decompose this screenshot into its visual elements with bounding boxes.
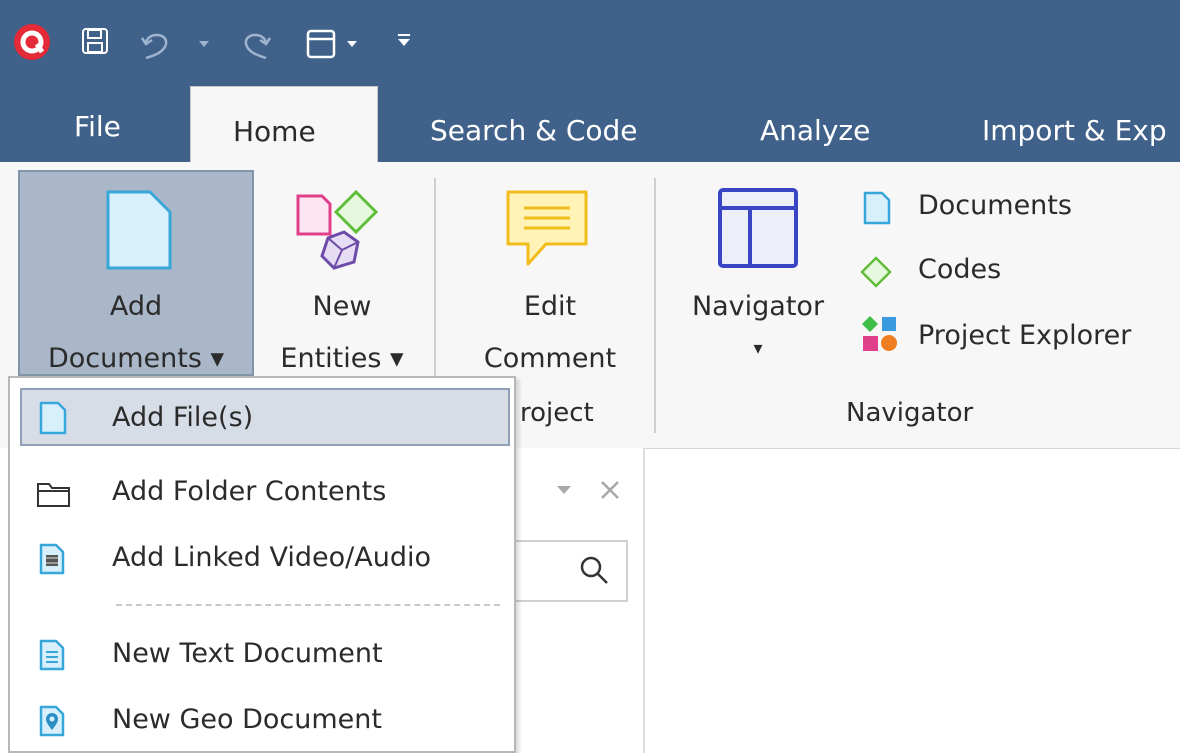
navigator-dropdown-arrow: ▾ bbox=[753, 338, 763, 359]
menu-item-new-text-document[interactable]: New Text Document bbox=[10, 622, 514, 686]
add-documents-label: Add Documents ▾ bbox=[18, 290, 254, 376]
menu-item-label: New Geo Document bbox=[112, 704, 382, 735]
tab-search-code[interactable]: Search & Code bbox=[430, 114, 638, 147]
edit-comment-line2: Comment bbox=[483, 343, 617, 374]
window-layout-icon[interactable] bbox=[304, 26, 340, 62]
navigator-button[interactable]: Navigator ▾ bbox=[670, 290, 846, 366]
add-documents-line2: Documents ▾ bbox=[47, 343, 225, 374]
pane-dropdown-icon[interactable] bbox=[556, 484, 572, 496]
navigator-group-label: Navigator bbox=[846, 398, 974, 428]
new-entities-line2: Entities ▾ bbox=[280, 343, 404, 374]
tab-home[interactable]: Home bbox=[190, 86, 378, 164]
comment-icon[interactable] bbox=[502, 186, 592, 270]
layout-dropdown-icon[interactable] bbox=[346, 40, 358, 48]
codes-icon bbox=[860, 256, 892, 288]
navigator-line1: Navigator bbox=[691, 291, 825, 322]
edit-comment-line1: Edit bbox=[523, 291, 577, 322]
new-entities-line1: New bbox=[312, 291, 372, 322]
menu-separator bbox=[116, 604, 500, 606]
menu-item-add-linked-video-audio[interactable]: Add Linked Video/Audio bbox=[10, 526, 514, 590]
undo-icon[interactable] bbox=[138, 26, 174, 62]
menu-item-add-folder-contents[interactable]: Add Folder Contents bbox=[10, 460, 514, 524]
menu-item-label: Add Linked Video/Audio bbox=[112, 542, 432, 573]
geo-document-icon bbox=[39, 705, 65, 737]
title-bar bbox=[0, 0, 1180, 92]
menu-item-new-geo-document[interactable]: New Geo Document bbox=[10, 688, 514, 752]
tab-analyze[interactable]: Analyze bbox=[760, 114, 870, 147]
close-icon[interactable] bbox=[598, 478, 622, 502]
undo-dropdown-icon[interactable] bbox=[198, 40, 210, 48]
edit-comment-button[interactable]: Edit Comment bbox=[460, 290, 640, 376]
menu-item-label: New Text Document bbox=[112, 638, 383, 669]
atlas-logo-icon[interactable] bbox=[12, 22, 52, 62]
folder-icon bbox=[37, 483, 70, 507]
save-icon[interactable] bbox=[80, 26, 110, 56]
tab-file[interactable]: File bbox=[74, 110, 121, 143]
project-explorer-item[interactable]: Project Explorer bbox=[918, 320, 1131, 351]
codes-item[interactable]: Codes bbox=[918, 254, 1001, 285]
menu-item-label: Add Folder Contents bbox=[112, 476, 387, 507]
tab-import-export[interactable]: Import & Exp bbox=[982, 114, 1167, 147]
new-entities-icon[interactable] bbox=[292, 186, 388, 276]
menu-item-label: Add File(s) bbox=[112, 402, 254, 433]
ribbon-separator bbox=[654, 178, 656, 433]
tab-home-label: Home bbox=[233, 115, 316, 148]
navigator-icon[interactable] bbox=[716, 186, 800, 270]
project-group-label: roject bbox=[520, 398, 594, 428]
redo-icon[interactable] bbox=[238, 26, 274, 62]
document-icon bbox=[106, 190, 172, 270]
documents-item[interactable]: Documents bbox=[918, 190, 1072, 221]
add-documents-menu: Add File(s) Add Folder Contents Add Link… bbox=[8, 376, 516, 753]
search-icon[interactable] bbox=[578, 554, 610, 586]
project-explorer-icon bbox=[862, 316, 897, 351]
document-icon bbox=[39, 401, 67, 435]
customize-qat-icon[interactable] bbox=[396, 32, 412, 48]
new-entities-button[interactable]: New Entities ▾ bbox=[262, 290, 422, 376]
video-document-icon bbox=[39, 543, 65, 575]
documents-icon bbox=[863, 191, 891, 225]
text-document-icon bbox=[39, 639, 65, 671]
menu-item-add-files[interactable]: Add File(s) bbox=[20, 388, 510, 446]
add-documents-line1: Add bbox=[109, 291, 163, 322]
